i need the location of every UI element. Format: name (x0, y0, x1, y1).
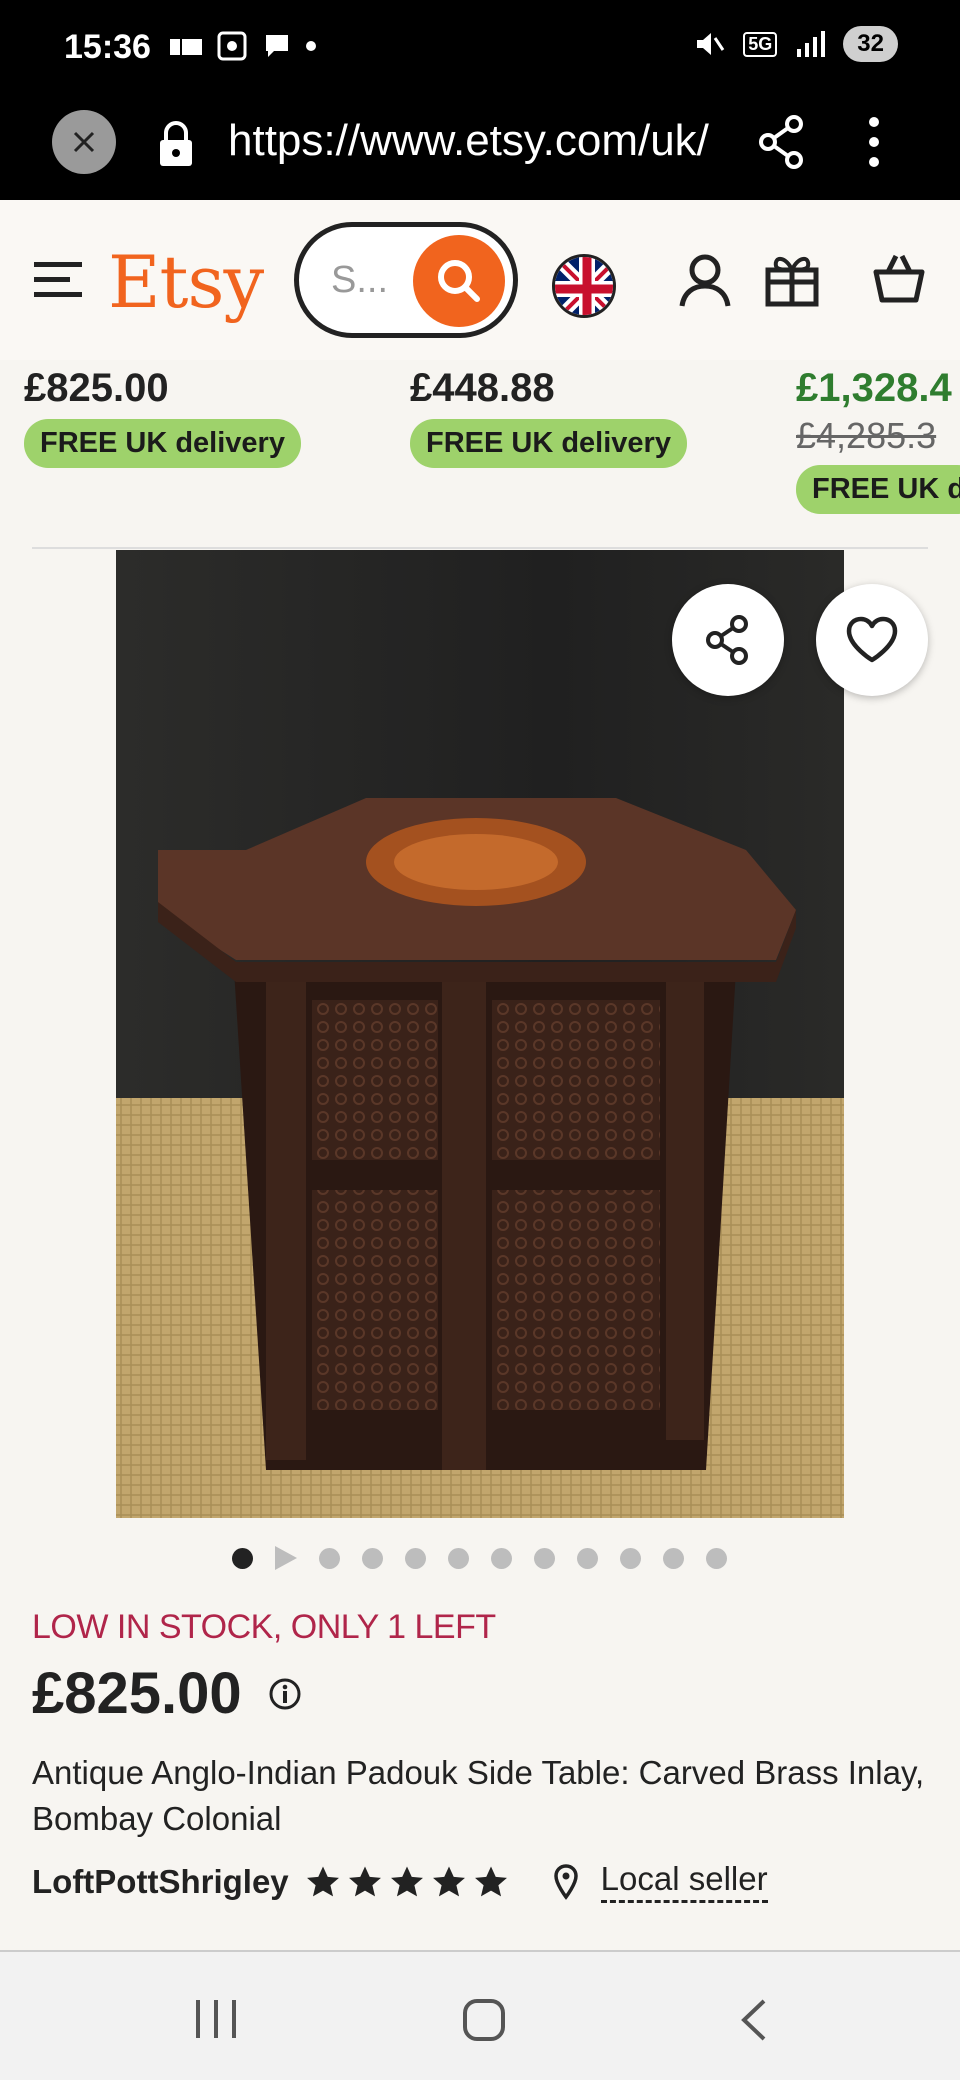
signal-icon (797, 31, 826, 57)
home-icon[interactable] (462, 1998, 506, 2042)
related-item-price: £825.00 (24, 366, 169, 410)
favorite-button[interactable] (816, 584, 928, 696)
divider (32, 547, 928, 549)
related-item-sale-price: £1,328.4 (796, 366, 952, 410)
search-placeholder: S... (331, 259, 389, 301)
info-icon[interactable] (268, 1677, 302, 1711)
product-price: £825.00 (32, 1661, 242, 1726)
carousel-dot[interactable] (663, 1547, 684, 1569)
more-vert-icon[interactable] (866, 114, 882, 170)
carousel-dot[interactable] (405, 1547, 426, 1569)
related-items-strip: £825.00 FREE UK delivery £448.88 FREE UK… (0, 360, 960, 550)
star-icon (390, 1865, 423, 1896)
back-icon[interactable] (738, 1998, 768, 2042)
close-tab-button[interactable] (52, 110, 116, 174)
location-pin-icon (553, 1863, 578, 1900)
related-item-price: £448.88 (410, 366, 555, 410)
carousel-dot[interactable] (620, 1547, 641, 1569)
status-time: 15:36 (64, 28, 151, 66)
carousel-dot[interactable] (319, 1547, 340, 1569)
star-icon (474, 1865, 507, 1896)
seller-row: LoftPottShrigley Local seller (32, 1860, 768, 1903)
screenshot-icon (217, 31, 247, 61)
share-icon[interactable] (756, 114, 806, 170)
mute-icon (697, 33, 725, 55)
star-icon (432, 1865, 465, 1896)
local-seller-link[interactable]: Local seller (600, 1860, 768, 1903)
product-title: Antique Anglo-Indian Padouk Side Table: … (32, 1754, 925, 1837)
uk-flag-icon (555, 257, 613, 315)
search-icon (438, 260, 480, 302)
search-input[interactable]: S... (294, 222, 518, 338)
lock-icon[interactable] (156, 120, 196, 170)
star-icon (348, 1865, 381, 1896)
carousel-dot[interactable] (491, 1547, 512, 1569)
related-item[interactable]: £448.88 FREE UK delivery (410, 366, 687, 468)
chat-icon (266, 35, 288, 57)
gift-icon[interactable] (764, 250, 820, 308)
price-row: £825.00 (32, 1660, 302, 1727)
network-badge: 5G (743, 31, 778, 57)
share-product-button[interactable] (672, 584, 784, 696)
related-item-original-price: £4,285.3 (796, 415, 937, 456)
carousel-dot[interactable] (577, 1547, 598, 1569)
search-button[interactable] (413, 235, 505, 327)
recents-icon[interactable] (194, 1998, 238, 2040)
carousel-dot[interactable] (448, 1547, 469, 1569)
star-icon (306, 1865, 339, 1896)
heart-icon (846, 616, 898, 663)
browser-url-bar: https://www.etsy.com/uk/ (0, 96, 960, 200)
carousel-dot-active[interactable] (232, 1547, 253, 1569)
close-icon (73, 131, 95, 153)
rating-stars[interactable] (305, 1865, 509, 1899)
share-icon (706, 615, 748, 665)
system-nav-bar (0, 1950, 960, 2080)
menu-icon[interactable] (34, 260, 84, 300)
status-bar: 15:36 5G 32 (0, 0, 960, 96)
carousel-dot[interactable] (706, 1547, 727, 1569)
region-selector[interactable] (552, 254, 616, 318)
image-carousel-dots (232, 1546, 727, 1570)
carousel-dot[interactable] (362, 1547, 383, 1569)
etsy-logo[interactable]: Etsy (108, 240, 264, 324)
notification-icons (170, 30, 316, 62)
signal-sim-icon (170, 39, 202, 55)
seller-name[interactable]: LoftPottShrigley (32, 1863, 289, 1901)
dot-icon (306, 41, 316, 51)
free-delivery-badge: FREE UK delivery (24, 419, 301, 468)
free-delivery-badge: FREE UK delivery (410, 419, 687, 468)
system-icons: 5G 32 (693, 26, 898, 62)
related-item[interactable]: £1,328.4 £4,285.3 FREE UK d (796, 366, 960, 514)
url-text[interactable]: https://www.etsy.com/uk/ (228, 116, 718, 166)
free-delivery-badge: FREE UK d (796, 465, 960, 514)
battery-indicator: 32 (843, 26, 898, 62)
related-item[interactable]: £825.00 FREE UK delivery (24, 366, 301, 468)
site-header: Etsy S... (0, 200, 960, 360)
user-icon[interactable] (678, 252, 732, 308)
video-dot-icon[interactable] (275, 1546, 297, 1570)
stock-notice: LOW IN STOCK, ONLY 1 LEFT (32, 1608, 496, 1646)
bag-icon[interactable] (872, 250, 926, 304)
carousel-dot[interactable] (534, 1547, 555, 1569)
